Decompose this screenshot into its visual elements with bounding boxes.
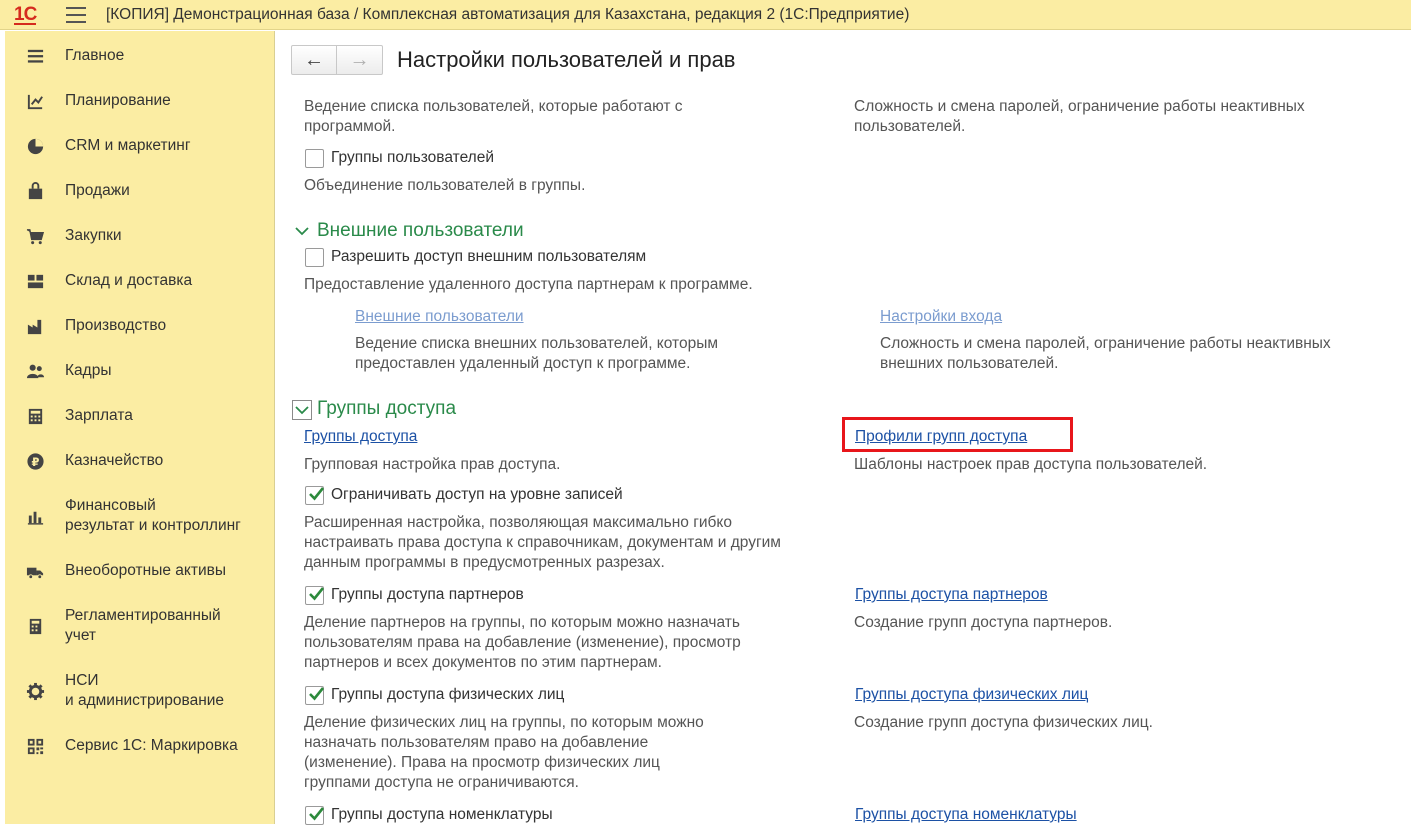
people-icon [25, 361, 45, 381]
sidebar-item-label: Производство [65, 317, 167, 334]
records-level-label: Ограничивать доступ на уровне записей [331, 486, 623, 503]
section-access-groups[interactable]: Группы доступа [317, 398, 456, 420]
pie-chart-icon [25, 136, 45, 156]
sidebar-item-label: Продажи [65, 182, 130, 199]
chevron-down-icon[interactable] [292, 400, 312, 420]
partners-link-desc: Создание групп доступа партнеров. [854, 614, 1113, 631]
calculator-icon [25, 406, 45, 426]
ruble-coin-icon: ₽ [25, 451, 45, 471]
sidebar-item-label: CRM и маркетинг [65, 137, 191, 154]
sidebar-item-label: Закупки [65, 227, 122, 244]
hamburger-menu-icon[interactable] [66, 7, 86, 23]
cart-icon [25, 226, 45, 246]
persons-checkbox[interactable] [305, 686, 325, 705]
access-profiles-link[interactable]: Профили групп доступа [855, 427, 1027, 447]
sidebar-item-label: Финансовый результат и контроллинг [65, 497, 241, 534]
checkmark-icon [309, 487, 325, 501]
records-level-checkbox[interactable] [305, 486, 325, 505]
sidebar-item-label: Главное [65, 47, 125, 64]
title-bar: 1С [КОПИЯ] Демонстрационная база / Компл… [0, 0, 1411, 30]
partners-checkbox[interactable] [305, 586, 325, 605]
persons-desc: Деление физических лиц на группы, по кот… [304, 714, 704, 791]
document-calc-icon [25, 616, 45, 636]
warehouse-icon [25, 271, 45, 291]
persons-link[interactable]: Группы доступа физических лиц [855, 685, 1088, 705]
sidebar: Главное Планирование CRM и маркетинг Продаж… [5, 31, 275, 824]
access-groups-link[interactable]: Группы доступа [304, 427, 417, 447]
gear-icon [25, 681, 45, 701]
1c-logo[interactable]: 1С [14, 4, 37, 26]
history-buttons: ← → [291, 45, 383, 75]
sidebar-item-label: Сервис 1С: Маркировка [65, 737, 238, 754]
bar-chart-icon [25, 506, 45, 526]
partners-link[interactable]: Группы доступа партнеров [855, 585, 1048, 605]
user-groups-desc: Объединение пользователей в группы. [304, 177, 586, 194]
sidebar-item-label: Зарплата [65, 407, 133, 424]
sidebar-item[interactable]: Планирование [5, 91, 275, 111]
truck-icon [25, 561, 45, 581]
external-users-desc: Ведение списка внешних пользователей, ко… [355, 335, 719, 372]
sidebar-item-label: Планирование [65, 92, 171, 109]
factory-icon [25, 316, 45, 336]
sidebar-item[interactable]: Склад и доставка [5, 271, 275, 291]
sidebar-item[interactable]: Зарплата [5, 406, 275, 426]
allow-external-label: Разрешить доступ внешним пользователям [331, 248, 647, 265]
sidebar-item[interactable]: Кадры [5, 361, 275, 381]
allow-external-desc: Предоставление удаленного доступа партне… [304, 276, 753, 293]
sidebar-item[interactable]: Закупки [5, 226, 275, 246]
persons-link-desc: Создание групп доступа физических лиц. [854, 714, 1153, 731]
records-level-desc: Расширенная настройка, позволяющая макси… [304, 514, 781, 571]
login-settings-ext-desc: Сложность и смена паролей, ограничение р… [880, 335, 1331, 372]
access-groups-desc: Групповая настройка прав доступа. [304, 456, 561, 473]
sidebar-item[interactable]: CRM и маркетинг [5, 136, 275, 156]
checkmark-icon [309, 807, 325, 821]
chevron-down-icon[interactable] [293, 222, 311, 240]
access-profiles-desc: Шаблоны настроек прав доступа пользовате… [854, 456, 1208, 473]
back-button[interactable]: ← [292, 46, 337, 74]
forward-button[interactable]: → [337, 46, 382, 74]
sidebar-item[interactable]: ₽ Казначейство [5, 451, 275, 471]
sidebar-item[interactable]: Финансовый результат и контроллинг [5, 496, 275, 536]
planning-icon [25, 91, 45, 111]
sidebar-item[interactable]: Продажи [5, 181, 275, 201]
persons-label: Группы доступа физических лиц [331, 686, 565, 703]
list-icon [25, 46, 45, 66]
page-title: Настройки пользователей и прав [397, 47, 736, 72]
partners-label: Группы доступа партнеров [331, 586, 524, 603]
sidebar-item[interactable]: Главное [5, 46, 275, 66]
svg-text:₽: ₽ [31, 454, 39, 468]
checkmark-icon [309, 687, 325, 701]
sidebar-item-label: Регламентированный учет [65, 607, 221, 644]
sidebar-item-label: Внеоборотные активы [65, 562, 226, 579]
sidebar-item-label: Казначейство [65, 452, 164, 469]
external-users-link[interactable]: Внешние пользователи [355, 307, 524, 327]
allow-external-checkbox[interactable] [305, 248, 324, 267]
sidebar-item[interactable]: Производство [5, 316, 275, 336]
user-groups-label: Группы пользователей [331, 149, 494, 166]
sidebar-item[interactable]: Регламентированный учет [5, 606, 275, 646]
section-external-users[interactable]: Внешние пользователи [317, 220, 524, 242]
sidebar-item-label: НСИ и администрирование [65, 672, 225, 709]
items-checkbox[interactable] [305, 806, 325, 825]
items-label: Группы доступа номенклатуры [331, 806, 553, 823]
sidebar-item[interactable]: Внеоборотные активы [5, 561, 275, 581]
checkmark-icon [309, 587, 325, 601]
partners-desc: Деление партнеров на группы, по которым … [304, 614, 741, 671]
login-settings-desc: Сложность и смена паролей, ограничение р… [854, 98, 1305, 135]
sidebar-item-label: Кадры [65, 362, 112, 379]
items-link[interactable]: Группы доступа номенклатуры [855, 805, 1077, 825]
sidebar-item-label: Склад и доставка [65, 272, 193, 289]
qr-code-icon [25, 736, 45, 756]
users-desc: Ведение списка пользователей, которые ра… [304, 98, 683, 135]
sidebar-item[interactable]: Сервис 1С: Маркировка [5, 736, 275, 756]
user-groups-checkbox[interactable] [305, 149, 324, 168]
shopping-bag-icon [25, 181, 45, 201]
login-settings-link[interactable]: Настройки входа [880, 307, 1002, 327]
app-title: [КОПИЯ] Демонстрационная база / Комплекс… [106, 6, 910, 23]
sidebar-item[interactable]: НСИ и администрирование [5, 671, 275, 711]
